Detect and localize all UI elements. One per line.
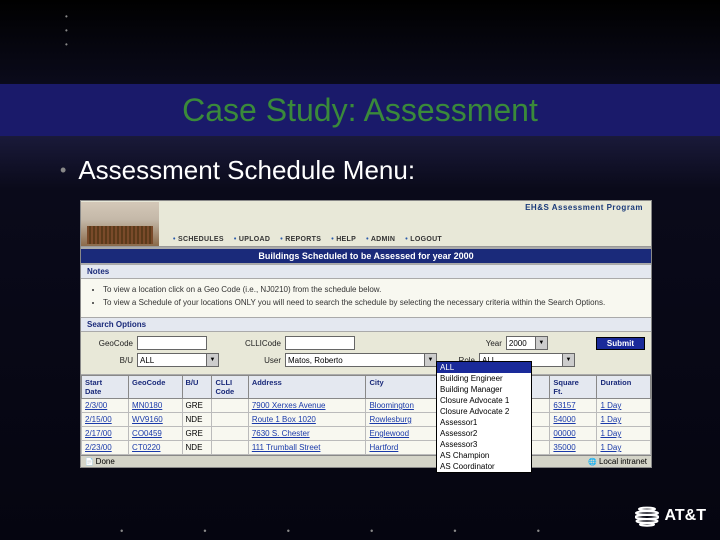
menu-admin[interactable]: ADMIN — [366, 236, 395, 243]
chevron-down-icon: ▼ — [536, 336, 548, 350]
menu-logout[interactable]: LOGOUT — [405, 236, 442, 243]
bu-select[interactable]: ▼ — [137, 353, 219, 367]
clli-label: CLLICode — [221, 339, 281, 348]
table-row: 2/17/00CO0459GRE7630 S. ChesterEnglewood… — [82, 427, 651, 441]
cell-dur[interactable]: 1 Day — [597, 427, 651, 441]
note-item: To view a Schedule of your locations ONL… — [103, 298, 647, 308]
cell-dur[interactable]: 1 Day — [597, 441, 651, 455]
role-option[interactable]: Assessor1 — [437, 417, 531, 428]
menu-upload[interactable]: UPLOAD — [234, 236, 270, 243]
role-option[interactable]: Closure Advocate 2 — [437, 406, 531, 417]
slide-bullet-text: Assessment Schedule Menu: — [78, 155, 415, 186]
notes-list: To view a location click on a Geo Code (… — [81, 279, 651, 318]
role-option[interactable]: ALL — [437, 362, 531, 373]
cell-addr[interactable]: 7630 S. Chester — [248, 427, 366, 441]
header-building-image — [81, 202, 159, 246]
cell-date[interactable]: 2/3/00 — [82, 399, 129, 413]
year-select[interactable]: ▼ — [506, 336, 548, 350]
table-row: 2/15/00WV9160NDERoute 1 Box 1020Rowlesbu… — [82, 413, 651, 427]
bu-label: B/U — [87, 356, 133, 365]
cell-addr[interactable]: 111 Trumball Street — [248, 441, 366, 455]
table-row: 2/23/00CT0220NDE111 Trumball StreetHartf… — [82, 441, 651, 455]
col-header: StartDate — [82, 376, 129, 399]
cell-bu: NDE — [182, 413, 212, 427]
footer-brand-text: AT&T — [665, 507, 706, 525]
cell-sqft[interactable]: 54000 — [550, 413, 597, 427]
clli-input[interactable] — [285, 336, 355, 350]
menu-reports[interactable]: REPORTS — [280, 236, 321, 243]
cell-date[interactable]: 2/23/00 — [82, 441, 129, 455]
slide-title-band: Case Study: Assessment — [0, 84, 720, 136]
status-left: 📄 Done — [85, 457, 115, 466]
role-option[interactable]: Assessor3 — [437, 439, 531, 450]
schedule-table: StartDateGeoCodeB/UCLLICodeAddressCitySq… — [81, 375, 651, 455]
app-window: EH&S Assessment Program SCHEDULES UPLOAD R… — [80, 200, 652, 468]
geocode-input[interactable] — [137, 336, 207, 350]
chevron-down-icon: ▼ — [563, 353, 575, 367]
cell-date[interactable]: 2/17/00 — [82, 427, 129, 441]
status-bar: 📄 Done Local intranet — [81, 455, 651, 467]
cell-geo[interactable]: CT0220 — [129, 441, 182, 455]
status-right: Local intranet — [588, 457, 647, 466]
page-banner: Buildings Scheduled to be Assessed for y… — [81, 247, 651, 265]
notes-title: Notes — [81, 265, 651, 279]
cell-geo[interactable]: WV9160 — [129, 413, 182, 427]
cell-clli — [212, 413, 248, 427]
globe-icon — [635, 504, 659, 528]
cell-date[interactable]: 2/15/00 — [82, 413, 129, 427]
app-header: EH&S Assessment Program SCHEDULES UPLOAD R… — [81, 201, 651, 247]
user-label: User — [233, 356, 281, 365]
col-header: CLLICode — [212, 376, 248, 399]
slide-title: Case Study: Assessment — [182, 92, 538, 129]
cell-clli — [212, 441, 248, 455]
role-option[interactable]: AS Coordinator — [437, 461, 531, 472]
cell-clli — [212, 399, 248, 413]
decor-dots-bottom: •••••• — [0, 526, 660, 536]
role-option[interactable]: Assessor2 — [437, 428, 531, 439]
cell-sqft[interactable]: 63157 — [550, 399, 597, 413]
year-label: Year — [486, 339, 502, 348]
cell-clli — [212, 427, 248, 441]
menu-help[interactable]: HELP — [331, 236, 356, 243]
col-header: SquareFt. — [550, 376, 597, 399]
cell-dur[interactable]: 1 Day — [597, 399, 651, 413]
chevron-down-icon: ▼ — [207, 353, 219, 367]
cell-bu: GRE — [182, 399, 212, 413]
cell-bu: NDE — [182, 441, 212, 455]
col-header: Duration — [597, 376, 651, 399]
col-header: Address — [248, 376, 366, 399]
cell-sqft[interactable]: 35000 — [550, 441, 597, 455]
cell-geo[interactable]: CO0459 — [129, 427, 182, 441]
user-select[interactable]: ▼ — [285, 353, 437, 367]
cell-bu: GRE — [182, 427, 212, 441]
decor-dots-tl: ••• — [65, 10, 68, 52]
role-option[interactable]: Building Manager — [437, 384, 531, 395]
menubar: SCHEDULES UPLOAD REPORTS HELP ADMIN LOGOUT — [173, 236, 643, 243]
menu-schedules[interactable]: SCHEDULES — [173, 236, 224, 243]
role-dropdown-list[interactable]: ALLBuilding EngineerBuilding ManagerClos… — [436, 361, 532, 473]
role-option[interactable]: Closure Advocate 1 — [437, 395, 531, 406]
cell-addr[interactable]: Route 1 Box 1020 — [248, 413, 366, 427]
cell-dur[interactable]: 1 Day — [597, 413, 651, 427]
search-options: GeoCode CLLICode Year ▼ Submit B/U ▼ Use… — [81, 332, 651, 375]
bullet-icon: • — [60, 160, 66, 181]
cell-geo[interactable]: MN0180 — [129, 399, 182, 413]
submit-button[interactable]: Submit — [596, 337, 645, 350]
cell-addr[interactable]: 7900 Xerxes Avenue — [248, 399, 366, 413]
app-brand: EH&S Assessment Program — [525, 203, 643, 212]
role-option[interactable]: AS Champion — [437, 450, 531, 461]
geocode-label: GeoCode — [87, 339, 133, 348]
note-item: To view a location click on a Geo Code (… — [103, 285, 647, 295]
search-title: Search Options — [81, 318, 651, 332]
slide-bullet: • Assessment Schedule Menu: — [60, 155, 415, 186]
col-header: GeoCode — [129, 376, 182, 399]
table-row: 2/3/00MN0180GRE7900 Xerxes AvenueBloomin… — [82, 399, 651, 413]
col-header: B/U — [182, 376, 212, 399]
cell-sqft[interactable]: 00000 — [550, 427, 597, 441]
role-option[interactable]: Building Engineer — [437, 373, 531, 384]
footer-brand: AT&T — [635, 504, 706, 528]
